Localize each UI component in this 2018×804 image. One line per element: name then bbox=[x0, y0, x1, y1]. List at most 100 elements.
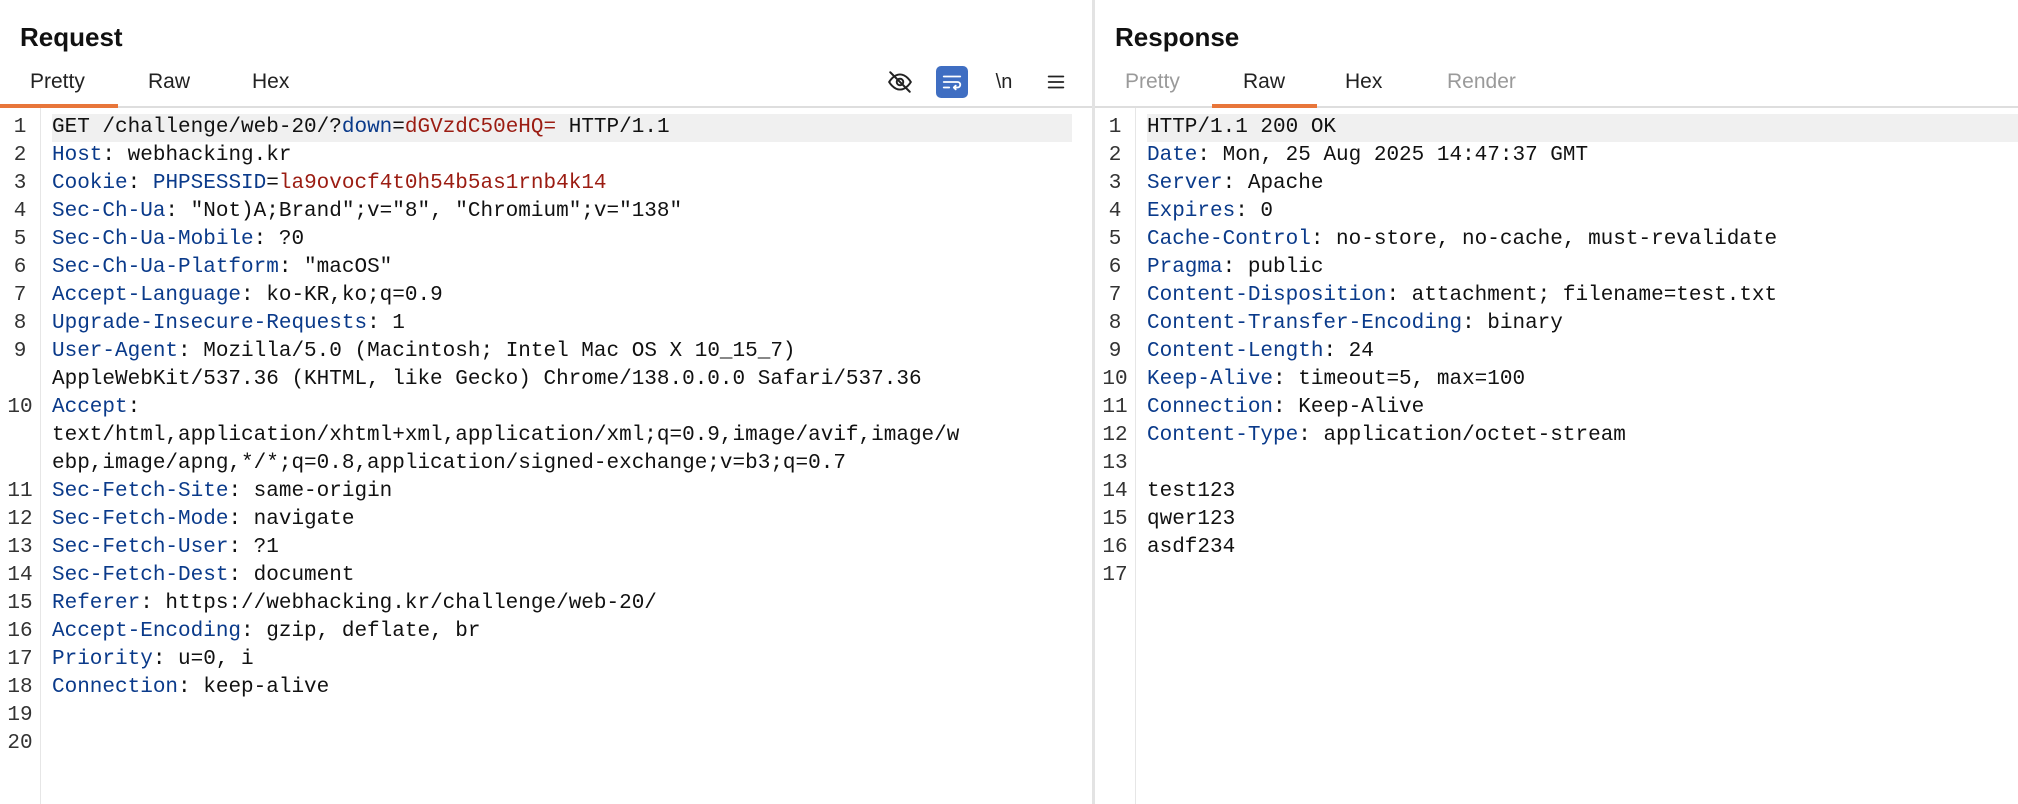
code-line: 10 Keep-Alive: timeout=5, max=100 bbox=[1095, 366, 2018, 394]
line-text: AppleWebKit/537.36 (KHTML, like Gecko) C… bbox=[52, 368, 922, 391]
header-name: Content-Transfer-Encoding bbox=[1147, 312, 1463, 335]
code-line: 6 Sec-Ch-Ua-Platform: "macOS" bbox=[0, 254, 1092, 282]
tab-render[interactable]: Render bbox=[1447, 70, 1516, 94]
header-name: Sec-Fetch-Dest bbox=[52, 564, 229, 587]
header-value: 24 bbox=[1336, 340, 1374, 363]
line-content: Upgrade-Insecure-Requests: 1 bbox=[52, 312, 405, 335]
header-name: Sec-Fetch-Mode bbox=[52, 508, 229, 531]
line-number: 9 bbox=[13, 340, 27, 363]
cookie-value: la9ovocf4t0h54b5as1rnb4k14 bbox=[278, 172, 607, 195]
eye-off-icon[interactable] bbox=[884, 66, 916, 98]
code-line: 7 Accept-Language: ko-KR,ko;q=0.9 bbox=[0, 282, 1092, 310]
line-content: Sec-Fetch-Dest: document bbox=[52, 564, 355, 587]
cookie-equals: = bbox=[266, 172, 279, 195]
header-name: Server bbox=[1147, 172, 1223, 195]
header-name: Upgrade-Insecure-Requests bbox=[52, 312, 368, 335]
header-name: Referer bbox=[52, 592, 141, 615]
line-number: 8 bbox=[1108, 312, 1122, 335]
line-number: 2 bbox=[1108, 144, 1122, 167]
code-line: 1 HTTP/1.1 200 OK bbox=[1095, 114, 2018, 142]
line-text: qwer123 bbox=[1147, 508, 1236, 531]
header-value: public bbox=[1235, 256, 1324, 279]
header-value: 1 bbox=[379, 312, 405, 335]
header-value: keep-alive bbox=[190, 676, 330, 699]
line-content: text/html,application/xhtml+xml,applicat… bbox=[52, 422, 959, 450]
line-text: HTTP/1.1 200 OK bbox=[1147, 116, 1337, 139]
line-content: Content-Disposition: attachment; filenam… bbox=[1147, 284, 1778, 307]
line-text: text/html,application/xhtml+xml,applicat… bbox=[52, 424, 960, 447]
code-line: AppleWebKit/537.36 (KHTML, like Gecko) C… bbox=[0, 366, 1092, 394]
line-number: 9 bbox=[1108, 340, 1122, 363]
line-content: Content-Type: application/octet-stream bbox=[1147, 424, 1626, 447]
code-line: 16 asdf234 bbox=[1095, 534, 2018, 562]
code-line: 5 Cache-Control: no-store, no-cache, must… bbox=[1095, 226, 2018, 254]
menu-icon[interactable] bbox=[1040, 66, 1072, 98]
tab-hex[interactable]: Hex bbox=[252, 70, 289, 94]
wrap-icon[interactable] bbox=[936, 66, 968, 98]
code-line: 11 Sec-Fetch-Site: same-origin bbox=[0, 478, 1092, 506]
line-content: Sec-Ch-Ua-Platform: "macOS" bbox=[52, 256, 393, 279]
header-name: Sec-Ch-Ua-Mobile bbox=[52, 228, 254, 251]
tab-raw[interactable]: Raw bbox=[148, 70, 190, 94]
header-value: timeout=5, max=100 bbox=[1285, 368, 1526, 391]
header-value: no-store, no-cache, must-revalidate bbox=[1323, 228, 1778, 251]
line-number: 16 bbox=[1102, 536, 1128, 559]
header-value: ko-KR,ko;q=0.9 bbox=[253, 284, 443, 307]
code-line: 20 bbox=[0, 730, 1092, 758]
tab-raw[interactable]: Raw bbox=[1243, 70, 1285, 94]
header-name: Sec-Ch-Ua bbox=[52, 200, 166, 223]
line-content: Keep-Alive: timeout=5, max=100 bbox=[1147, 368, 1526, 391]
line-number: 3 bbox=[13, 172, 27, 195]
code-line: 12 Sec-Fetch-Mode: navigate bbox=[0, 506, 1092, 534]
line-number: 7 bbox=[13, 284, 27, 307]
tab-hex[interactable]: Hex bbox=[1345, 70, 1382, 94]
line-content: Priority: u=0, i bbox=[52, 648, 254, 671]
code-line: 17 bbox=[1095, 562, 2018, 590]
tab-pretty[interactable]: Pretty bbox=[30, 70, 85, 94]
code-line: 19 bbox=[0, 702, 1092, 730]
code-line: 8 Upgrade-Insecure-Requests: 1 bbox=[0, 310, 1092, 338]
line-number: 4 bbox=[1108, 200, 1122, 223]
code-line: 7 Content-Disposition: attachment; filena… bbox=[1095, 282, 2018, 310]
line-content: Sec-Fetch-Site: same-origin bbox=[52, 480, 393, 503]
line-number: 8 bbox=[13, 312, 27, 335]
newline-icon[interactable]: \n bbox=[988, 66, 1020, 98]
tab-pretty[interactable]: Pretty bbox=[1125, 70, 1180, 94]
header-value: ?1 bbox=[241, 536, 279, 559]
code-line: ebp,image/apng,*/*;q=0.8,application/sig… bbox=[0, 450, 1092, 478]
code-line: 3 Server: Apache bbox=[1095, 170, 2018, 198]
line-content: Expires: 0 bbox=[1147, 200, 1274, 223]
request-lines: 1 GET /challenge/web-20/?down=dGVzdC50eHQ… bbox=[0, 114, 1092, 758]
code-line: 6 Pragma: public bbox=[1095, 254, 2018, 282]
line-content: ebp,image/apng,*/*;q=0.8,application/sig… bbox=[52, 450, 846, 478]
query-param-equals: = bbox=[392, 116, 405, 139]
line-content: Cookie: PHPSESSID=la9ovocf4t0h54b5as1rnb… bbox=[52, 172, 607, 195]
line-number: 14 bbox=[1102, 480, 1128, 503]
header-name: User-Agent bbox=[52, 340, 179, 363]
request-editor[interactable]: 1 GET /challenge/web-20/?down=dGVzdC50eHQ… bbox=[0, 108, 1092, 804]
code-line: 10 Accept: bbox=[0, 394, 1092, 422]
code-line: 3 Cookie: PHPSESSID=la9ovocf4t0h54b5as1rn… bbox=[0, 170, 1092, 198]
header-name: Connection bbox=[1147, 396, 1274, 419]
header-value: ?0 bbox=[266, 228, 305, 251]
header-value: "Not)A;Brand";v="8", "Chromium";v="138" bbox=[178, 200, 683, 223]
header-name: Accept bbox=[52, 396, 128, 419]
response-tabs: Pretty Raw Hex Render bbox=[1095, 64, 2018, 108]
line-content: Sec-Fetch-User: ?1 bbox=[52, 536, 279, 559]
header-value: Mon, 25 Aug 2025 14:47:37 GMT bbox=[1210, 144, 1589, 167]
header-name: Sec-Fetch-User bbox=[52, 536, 229, 559]
line-content: AppleWebKit/537.36 (KHTML, like Gecko) C… bbox=[52, 366, 922, 394]
code-line: 16 Accept-Encoding: gzip, deflate, br bbox=[0, 618, 1092, 646]
line-number: 6 bbox=[1108, 256, 1122, 279]
request-tabs: Pretty Raw Hex \n bbox=[0, 64, 1092, 108]
line-content: Referer: https://webhacking.kr/challenge… bbox=[52, 592, 657, 615]
line-content: asdf234 bbox=[1147, 534, 1235, 562]
header-value: document bbox=[241, 564, 355, 587]
line-content: Connection: keep-alive bbox=[52, 676, 330, 699]
code-line: 8 Content-Transfer-Encoding: binary bbox=[1095, 310, 2018, 338]
response-editor[interactable]: 1 HTTP/1.1 200 OK 2 Date: Mon, 25 Aug 2025 … bbox=[1095, 108, 2018, 804]
line-content: Sec-Ch-Ua: "Not)A;Brand";v="8", "Chromiu… bbox=[52, 200, 683, 223]
line-number: 13 bbox=[1102, 452, 1128, 475]
line-number: 16 bbox=[7, 620, 33, 643]
header-value: navigate bbox=[241, 508, 355, 531]
